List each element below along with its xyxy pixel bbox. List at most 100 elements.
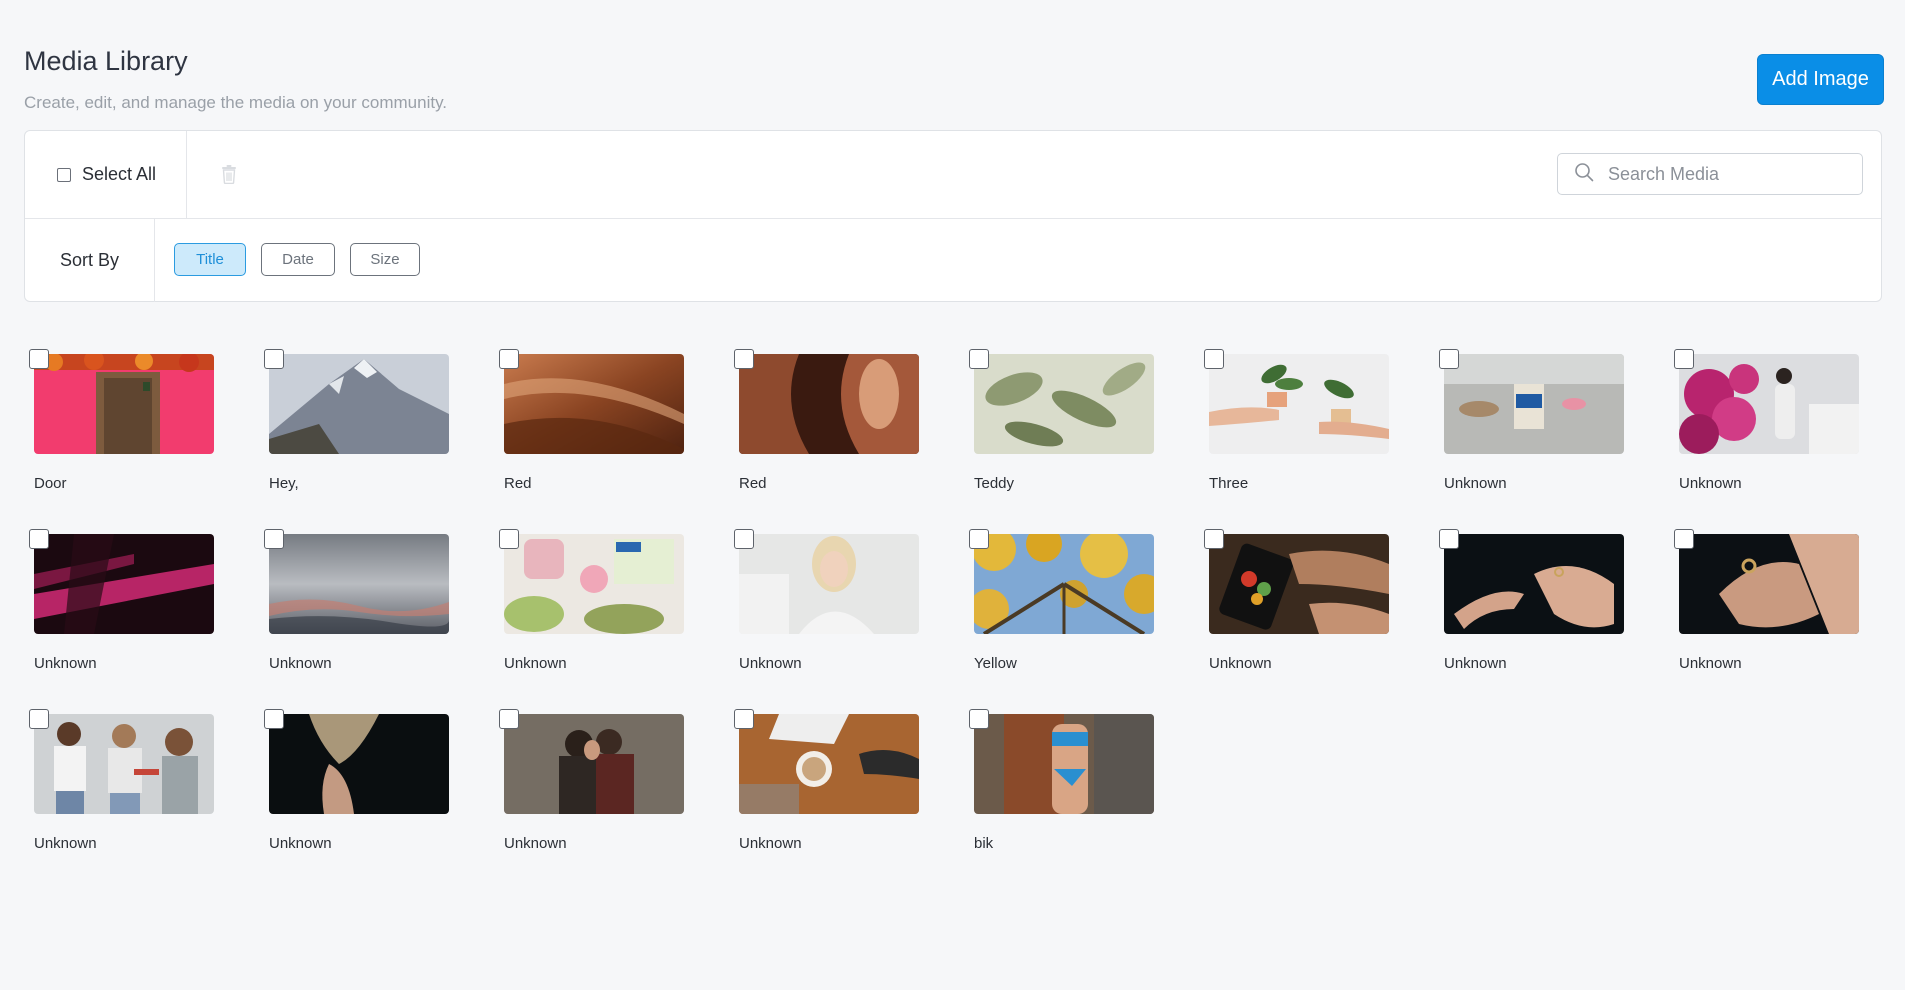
media-checkbox[interactable] bbox=[734, 709, 754, 729]
media-thumbnail[interactable] bbox=[504, 714, 684, 814]
media-thumbnail[interactable] bbox=[1444, 354, 1624, 454]
media-title: Unknown bbox=[269, 655, 332, 672]
media-title: Unknown bbox=[1679, 475, 1742, 492]
media-title: bik bbox=[974, 835, 994, 852]
media-tile[interactable]: Yellow bbox=[969, 529, 1154, 674]
media-tile[interactable]: Teddy bbox=[969, 349, 1154, 494]
media-title: Yellow bbox=[974, 655, 1017, 672]
media-thumbnail[interactable] bbox=[1444, 534, 1624, 634]
media-checkbox[interactable] bbox=[499, 349, 519, 369]
media-thumbnail[interactable] bbox=[1209, 354, 1389, 454]
media-tile[interactable]: Unknown bbox=[1204, 529, 1389, 674]
select-all-checkbox[interactable] bbox=[57, 167, 71, 182]
media-checkbox[interactable] bbox=[1204, 349, 1224, 369]
media-thumbnail[interactable] bbox=[974, 534, 1154, 634]
media-title: Hey, bbox=[269, 475, 299, 492]
media-checkbox[interactable] bbox=[264, 709, 284, 729]
media-checkbox[interactable] bbox=[29, 529, 49, 549]
media-tile[interactable]: Three bbox=[1204, 349, 1389, 494]
media-checkbox[interactable] bbox=[264, 529, 284, 549]
media-checkbox[interactable] bbox=[499, 529, 519, 549]
media-checkbox[interactable] bbox=[1674, 529, 1694, 549]
sort-title-button[interactable]: Title bbox=[174, 243, 246, 276]
media-thumbnail[interactable] bbox=[269, 714, 449, 814]
toolbar-actions-row: Select All bbox=[25, 131, 1881, 219]
media-tile[interactable]: Unknown bbox=[499, 709, 684, 854]
search-input[interactable] bbox=[1606, 162, 1840, 186]
add-image-button[interactable]: Add Image bbox=[1757, 54, 1884, 105]
media-thumbnail[interactable] bbox=[269, 534, 449, 634]
media-title: Three bbox=[1209, 475, 1249, 492]
media-tile[interactable]: Unknown bbox=[1674, 349, 1859, 494]
media-title: Teddy bbox=[974, 475, 1015, 492]
media-title: Unknown bbox=[1444, 655, 1507, 672]
media-tile[interactable]: Unknown bbox=[734, 709, 919, 854]
media-title: Red bbox=[739, 475, 767, 492]
media-thumbnail[interactable] bbox=[739, 534, 919, 634]
media-checkbox[interactable] bbox=[264, 349, 284, 369]
media-title: Unknown bbox=[739, 835, 802, 852]
media-title: Unknown bbox=[504, 655, 567, 672]
media-checkbox[interactable] bbox=[1204, 529, 1224, 549]
media-checkbox[interactable] bbox=[969, 349, 989, 369]
media-library-page: Media Library Create, edit, and manage t… bbox=[0, 0, 1905, 990]
media-tile[interactable]: Unknown bbox=[1439, 529, 1624, 674]
media-checkbox[interactable] bbox=[969, 709, 989, 729]
select-all-control[interactable]: Select All bbox=[25, 131, 187, 218]
media-title: Unknown bbox=[34, 655, 97, 672]
media-checkbox[interactable] bbox=[969, 529, 989, 549]
media-thumbnail[interactable] bbox=[504, 354, 684, 454]
search-icon bbox=[1558, 162, 1594, 187]
media-tile[interactable]: Unknown bbox=[264, 529, 449, 674]
media-thumbnail[interactable] bbox=[739, 714, 919, 814]
media-toolbar: Select All Search Media Sort By Title Da… bbox=[24, 130, 1882, 302]
media-checkbox[interactable] bbox=[734, 529, 754, 549]
media-tile[interactable]: Unknown bbox=[734, 529, 919, 674]
media-checkbox[interactable] bbox=[29, 709, 49, 729]
media-checkbox[interactable] bbox=[1439, 529, 1459, 549]
sort-by-label: Sort By bbox=[25, 218, 155, 302]
media-checkbox[interactable] bbox=[29, 349, 49, 369]
media-title: Unknown bbox=[1444, 475, 1507, 492]
media-tile[interactable]: Unknown bbox=[499, 529, 684, 674]
media-title: Door bbox=[34, 475, 67, 492]
media-checkbox[interactable] bbox=[1674, 349, 1694, 369]
toolbar-sort-row: Sort By Title Date Size bbox=[25, 218, 1881, 302]
media-checkbox[interactable] bbox=[1439, 349, 1459, 369]
media-tile[interactable]: Unknown bbox=[1674, 529, 1859, 674]
select-all-label: Select All bbox=[82, 164, 157, 184]
media-thumbnail[interactable] bbox=[504, 534, 684, 634]
search-box[interactable] bbox=[1557, 153, 1863, 195]
media-tile[interactable]: Unknown bbox=[1439, 349, 1624, 494]
media-title: Unknown bbox=[1209, 655, 1272, 672]
media-thumbnail[interactable] bbox=[974, 354, 1154, 454]
media-thumbnail[interactable] bbox=[1209, 534, 1389, 634]
media-tile[interactable]: Hey, bbox=[264, 349, 449, 494]
media-tile[interactable]: Unknown bbox=[29, 709, 214, 854]
media-tile[interactable]: Red bbox=[499, 349, 684, 494]
media-thumbnail[interactable] bbox=[1679, 354, 1859, 454]
media-thumbnail[interactable] bbox=[34, 714, 214, 814]
media-tile[interactable]: Unknown bbox=[29, 529, 214, 674]
media-tile[interactable]: Unknown bbox=[264, 709, 449, 854]
sort-size-button[interactable]: Size bbox=[350, 243, 420, 276]
media-checkbox[interactable] bbox=[734, 349, 754, 369]
page-title: Media Library bbox=[24, 46, 188, 76]
sort-date-button[interactable]: Date bbox=[261, 243, 335, 276]
trash-icon[interactable] bbox=[221, 164, 237, 185]
media-thumbnail[interactable] bbox=[34, 354, 214, 454]
media-checkbox[interactable] bbox=[499, 709, 519, 729]
media-title: Unknown bbox=[34, 835, 97, 852]
media-thumbnail[interactable] bbox=[34, 534, 214, 634]
media-tile[interactable]: Door bbox=[29, 349, 214, 494]
media-thumbnail[interactable] bbox=[739, 354, 919, 454]
media-title: Unknown bbox=[1679, 655, 1742, 672]
media-title: Unknown bbox=[739, 655, 802, 672]
media-title: Unknown bbox=[269, 835, 332, 852]
page-subtitle: Create, edit, and manage the media on yo… bbox=[24, 93, 448, 112]
media-thumbnail[interactable] bbox=[1679, 534, 1859, 634]
media-thumbnail[interactable] bbox=[269, 354, 449, 454]
media-tile[interactable]: Red bbox=[734, 349, 919, 494]
media-tile[interactable]: bik bbox=[969, 709, 1154, 854]
media-thumbnail[interactable] bbox=[974, 714, 1154, 814]
